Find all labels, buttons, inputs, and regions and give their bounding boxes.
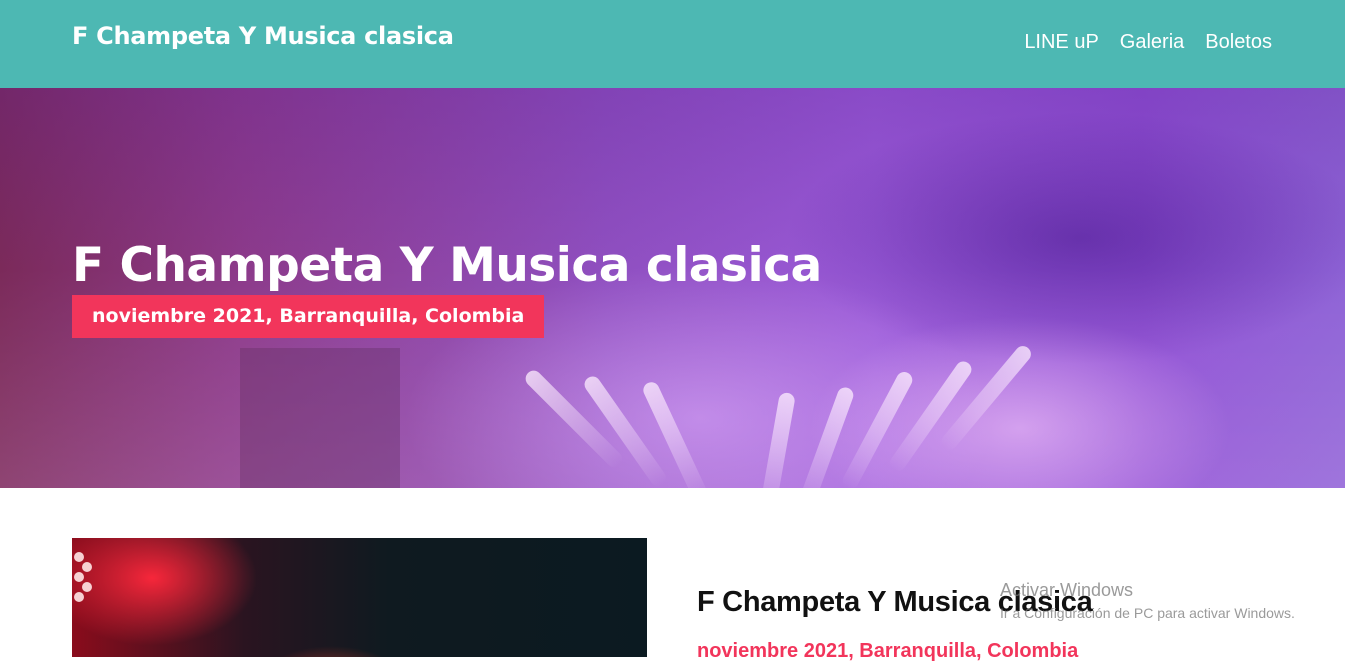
hero-title: F Champeta Y Musica clasica <box>72 238 822 293</box>
light-dot <box>74 592 84 602</box>
light-dot <box>74 552 84 562</box>
light-dot <box>74 572 84 582</box>
nav-line-up[interactable]: LINE uP <box>1024 31 1098 54</box>
site-brand[interactable]: F Champeta Y Musica clasica <box>72 22 454 50</box>
concert-photo <box>72 538 647 657</box>
main-nav: LINE uP Galeria Boletos <box>1024 31 1272 54</box>
hero-banner: F Champeta Y Musica clasica noviembre 20… <box>0 88 1345 488</box>
nav-galeria[interactable]: Galeria <box>1120 31 1184 54</box>
windows-activation-watermark-subtitle: Ir a Configuración de PC para activar Wi… <box>1000 605 1295 621</box>
windows-activation-watermark-title: Activar Windows <box>1000 580 1134 600</box>
light-dot <box>82 562 92 572</box>
nav-boletos[interactable]: Boletos <box>1205 31 1272 54</box>
light-dot <box>82 582 92 592</box>
hero-date-badge: noviembre 2021, Barranquilla, Colombia <box>72 295 545 338</box>
event-date: noviembre 2021, Barranquilla, Colombia <box>697 640 1079 662</box>
hero-stage-panel <box>240 348 400 488</box>
site-header: F Champeta Y Musica clasica LINE uP Gale… <box>0 0 1345 88</box>
